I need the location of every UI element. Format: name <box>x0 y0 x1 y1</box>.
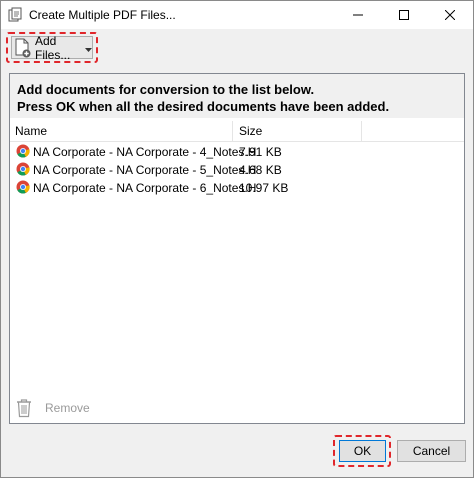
close-icon <box>445 10 455 20</box>
file-size: 4.68 KB <box>239 163 282 177</box>
window-title: Create Multiple PDF Files... <box>29 8 176 22</box>
column-header-size[interactable]: Size <box>239 124 262 138</box>
file-name: NA Corporate - NA Corporate - 6_Notes.H <box>33 181 257 195</box>
column-header-name[interactable]: Name <box>15 124 47 138</box>
add-file-icon <box>14 38 32 58</box>
cancel-button[interactable]: Cancel <box>397 440 466 462</box>
column-divider[interactable] <box>361 121 362 141</box>
column-divider[interactable] <box>232 121 233 141</box>
list-item[interactable]: NA Corporate - NA Corporate - 6_Notes.H … <box>10 179 464 197</box>
add-files-label: Add Files... <box>35 33 71 62</box>
close-button[interactable] <box>427 1 473 29</box>
maximize-icon <box>399 10 409 20</box>
file-name: NA Corporate - NA Corporate - 4_Notes.H <box>33 145 257 159</box>
ok-button[interactable]: OK <box>339 440 386 462</box>
minimize-icon <box>353 14 363 16</box>
maximize-button[interactable] <box>381 1 427 29</box>
instructions-line-2: Press OK when all the desired documents … <box>17 99 390 114</box>
instructions-line-1: Add documents for conversion to the list… <box>17 82 315 97</box>
chrome-icon <box>16 180 30 194</box>
chrome-icon <box>16 144 30 158</box>
minimize-button[interactable] <box>335 1 381 29</box>
file-name: NA Corporate - NA Corporate - 5_Notes.H <box>33 163 257 177</box>
file-size: 7.91 KB <box>239 145 282 159</box>
dropdown-arrow-icon <box>85 41 92 55</box>
title-bar[interactable]: Create Multiple PDF Files... <box>1 1 473 29</box>
instructions: Add documents for conversion to the list… <box>10 74 464 118</box>
file-size: 10.97 KB <box>239 181 289 195</box>
app-icon <box>7 7 23 23</box>
list-header: Name Size <box>10 121 464 142</box>
remove-label: Remove <box>45 401 90 415</box>
add-files-button[interactable]: Add Files... <box>11 33 93 62</box>
dialog-window: Create Multiple PDF Files... Add Files..… <box>0 0 474 478</box>
list-item[interactable]: NA Corporate - NA Corporate - 5_Notes.H … <box>10 161 464 179</box>
chrome-icon <box>16 162 30 176</box>
list-item[interactable]: NA Corporate - NA Corporate - 4_Notes.H … <box>10 143 464 161</box>
document-list-panel: Add documents for conversion to the list… <box>9 73 465 424</box>
trash-icon <box>15 398 33 418</box>
